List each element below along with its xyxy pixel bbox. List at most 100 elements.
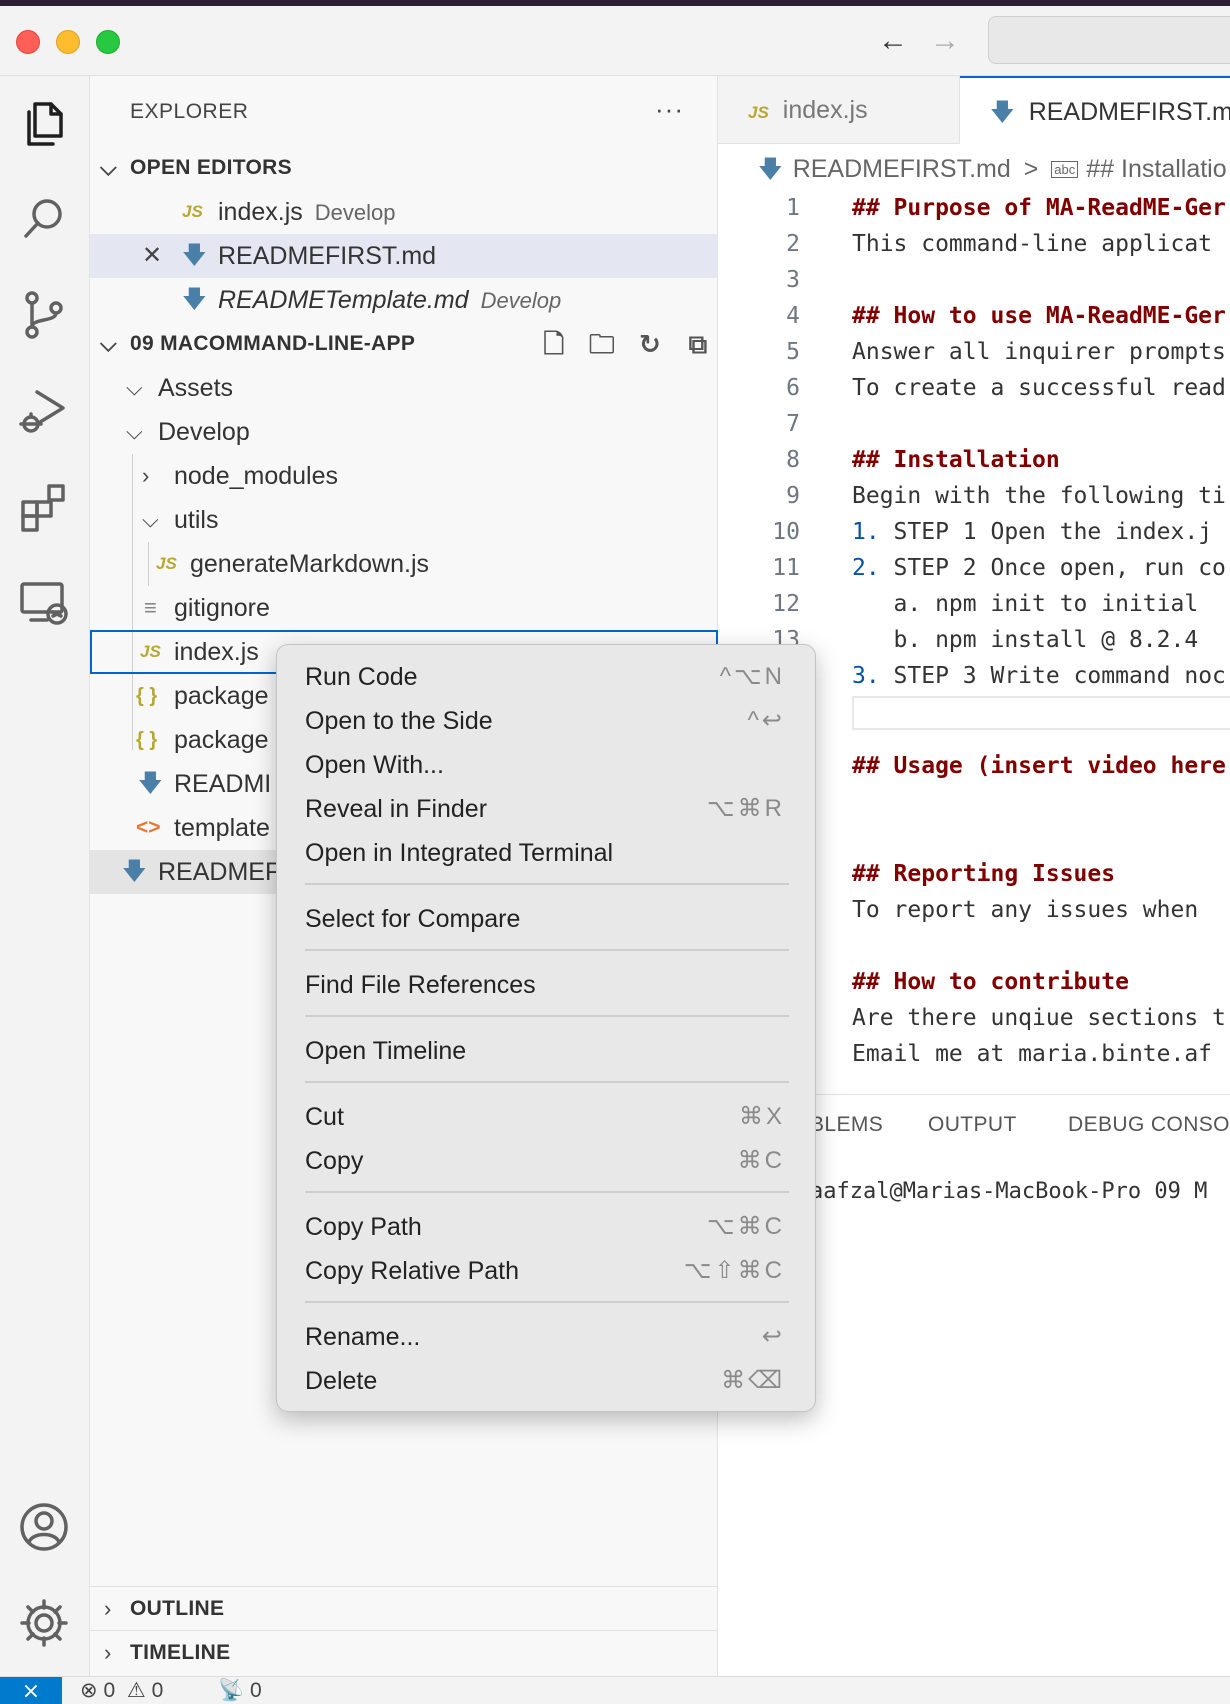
- account-icon[interactable]: [17, 1500, 71, 1554]
- collapse-all-icon[interactable]: ⧉: [674, 322, 722, 366]
- code-content: ## Installation: [852, 447, 1060, 473]
- code-content: a. npm init to initial: [852, 591, 1199, 617]
- open-editor-item[interactable]: ✕ 🡇 READMEFIRST.md: [90, 234, 718, 278]
- status-bar: ⨯ ⊗ 0 ⚠ 0 📡 0: [0, 1676, 1230, 1704]
- chevron-down-icon: ⌵: [100, 155, 117, 180]
- code-content: Email me at maria.binte.af: [852, 1041, 1213, 1067]
- code-text: ## How to use MA-ReadME-Ger: [852, 298, 1226, 334]
- menu-item-copy-relative-path[interactable]: Copy Relative Path ⌥⇧⌘C: [277, 1249, 817, 1293]
- code-content: Begin with the following ti: [852, 483, 1226, 509]
- code-text: b. npm install @ 8.2.4: [852, 622, 1199, 658]
- menu-item-reveal-in-finder[interactable]: Reveal in Finder ⌥⌘R: [277, 787, 817, 831]
- tree-item-folder[interactable]: ⌵ Develop: [90, 410, 718, 454]
- code-content: To report any issues when: [852, 897, 1199, 923]
- activity-bar: [0, 76, 90, 1676]
- menu-item-copy[interactable]: Copy ⌘C: [277, 1139, 817, 1183]
- zoom-window-button[interactable]: [96, 30, 120, 54]
- markdown-file-icon: 🡇: [138, 770, 163, 797]
- menu-separator: [305, 1081, 789, 1083]
- tab-readmefirst-md[interactable]: 🡇 READMEFIRST.m: [960, 76, 1230, 144]
- code-content: ## Purpose of MA-ReadME-Ger: [852, 195, 1226, 221]
- close-icon[interactable]: ✕: [142, 234, 162, 278]
- html-file-icon: <>: [136, 816, 161, 839]
- code-text: This command-line applicat: [852, 226, 1212, 262]
- search-icon[interactable]: [17, 192, 71, 246]
- code-text: To create a successful read: [852, 370, 1226, 406]
- tab-output[interactable]: OUTPUT: [928, 1113, 1017, 1137]
- minimize-window-button[interactable]: [56, 30, 80, 54]
- menu-item-cut[interactable]: Cut ⌘X: [277, 1095, 817, 1139]
- tree-item-folder[interactable]: › node_modules: [90, 454, 718, 498]
- menu-item-open-to-side[interactable]: Open to the Side ^↩: [277, 699, 817, 743]
- code-content: ## How to contribute: [852, 969, 1129, 995]
- code-text: ## Usage (insert video here: [852, 748, 1226, 784]
- line-number: 12: [772, 591, 800, 617]
- outline-section-header[interactable]: › OUTLINE: [90, 1586, 718, 1630]
- terminal-line[interactable]: aafzal@Marias-MacBook-Pro 09 M: [810, 1179, 1207, 1204]
- tree-item-folder[interactable]: ⌵ utils: [90, 498, 718, 542]
- folder-actions: 🗋 🗀 ↻ ⧉: [530, 322, 722, 366]
- json-file-icon: { }: [136, 685, 158, 707]
- explorer-title: EXPLORER: [130, 100, 249, 123]
- markdown-file-icon: 🡇: [758, 156, 783, 183]
- breadcrumb[interactable]: 🡇 READMEFIRST.md > abc ## Installatio: [758, 152, 1227, 193]
- code-content: Answer all inquirer prompts: [852, 339, 1226, 365]
- warning-icon: ⚠: [126, 1679, 146, 1702]
- menu-item-run-code[interactable]: Run Code ^⌥N: [277, 655, 817, 699]
- menu-item-find-file-references[interactable]: Find File References: [277, 963, 817, 1007]
- text-file-icon: ≡: [144, 595, 157, 620]
- run-debug-icon[interactable]: [17, 384, 71, 438]
- chevron-right-icon: ›: [104, 1596, 112, 1621]
- remote-explorer-icon[interactable]: [17, 576, 71, 630]
- code-content: ## Reporting Issues: [852, 861, 1116, 887]
- code-text: Are there unqiue sections t: [852, 1000, 1226, 1036]
- refresh-icon[interactable]: ↻: [626, 322, 674, 366]
- code-text: 1. STEP 1 Open the index.j: [852, 514, 1212, 550]
- arrow-left-icon[interactable]: ←: [878, 24, 908, 58]
- gear-icon[interactable]: [17, 1596, 71, 1650]
- ports-status[interactable]: 📡 0: [218, 1677, 262, 1704]
- tree-item-file[interactable]: ≡ gitignore: [90, 586, 718, 630]
- explorer-files-icon[interactable]: [17, 96, 71, 150]
- folder-header[interactable]: ⌵ 09 MACOMMAND-LINE-APP 🗋 🗀 ↻ ⧉: [90, 322, 718, 366]
- tree-item-file[interactable]: JS generateMarkdown.js: [90, 542, 718, 586]
- menu-item-select-for-compare[interactable]: Select for Compare: [277, 897, 817, 941]
- line-number: 6: [786, 375, 800, 401]
- broadcast-icon: 📡: [218, 1679, 245, 1702]
- menu-item-copy-path[interactable]: Copy Path ⌥⌘C: [277, 1205, 817, 1249]
- open-editors-header[interactable]: ⌵ OPEN EDITORS: [90, 146, 718, 190]
- arrow-right-icon[interactable]: →: [930, 24, 960, 58]
- menu-item-open-in-terminal[interactable]: Open in Integrated Terminal: [277, 831, 817, 875]
- tab-index-js[interactable]: JS index.js: [718, 76, 960, 144]
- code-text: 2. STEP 2 Once open, run co: [852, 550, 1226, 586]
- markdown-file-icon: 🡇: [990, 99, 1015, 126]
- tab-debug-console[interactable]: DEBUG CONSO: [1068, 1113, 1230, 1137]
- new-file-icon[interactable]: 🗋: [530, 322, 578, 366]
- remote-indicator-icon[interactable]: ⨯: [0, 1677, 62, 1704]
- title-bar: ← →: [0, 6, 1230, 76]
- markdown-file-icon: 🡇: [182, 286, 207, 313]
- command-center-input[interactable]: [988, 16, 1230, 64]
- editor-tabs: JS index.js 🡇 READMEFIRST.m: [718, 76, 1230, 144]
- problems-status[interactable]: ⊗ 0 ⚠ 0: [80, 1677, 163, 1704]
- menu-item-rename[interactable]: Rename... ↩: [277, 1315, 817, 1359]
- code-text: Email me at maria.binte.af: [852, 1036, 1212, 1072]
- open-editor-item[interactable]: JS index.js Develop: [90, 190, 718, 234]
- open-editor-item[interactable]: 🡇 READMETemplate.md Develop: [90, 278, 718, 322]
- menu-item-open-timeline[interactable]: Open Timeline: [277, 1029, 817, 1073]
- tree-item-folder[interactable]: ⌵ Assets: [90, 366, 718, 410]
- new-folder-icon[interactable]: 🗀: [578, 322, 626, 366]
- timeline-section-header[interactable]: › TIMELINE: [90, 1630, 718, 1674]
- tab-problems[interactable]: BLEMS: [810, 1113, 883, 1137]
- menu-separator: [305, 1301, 789, 1303]
- code-text: To report any issues when: [852, 892, 1198, 928]
- close-window-button[interactable]: [16, 30, 40, 54]
- extensions-icon[interactable]: [17, 480, 71, 534]
- more-actions-icon[interactable]: ···: [655, 94, 684, 125]
- source-control-icon[interactable]: [17, 288, 71, 342]
- menu-item-open-with[interactable]: Open With...: [277, 743, 817, 787]
- context-menu: Run Code ^⌥N Open to the Side ^↩ Open With…: [276, 644, 816, 1412]
- line-number: 7: [786, 411, 800, 437]
- menu-item-delete[interactable]: Delete ⌘⌫: [277, 1359, 817, 1403]
- code-content: STEP 3 Write command noc: [879, 663, 1226, 689]
